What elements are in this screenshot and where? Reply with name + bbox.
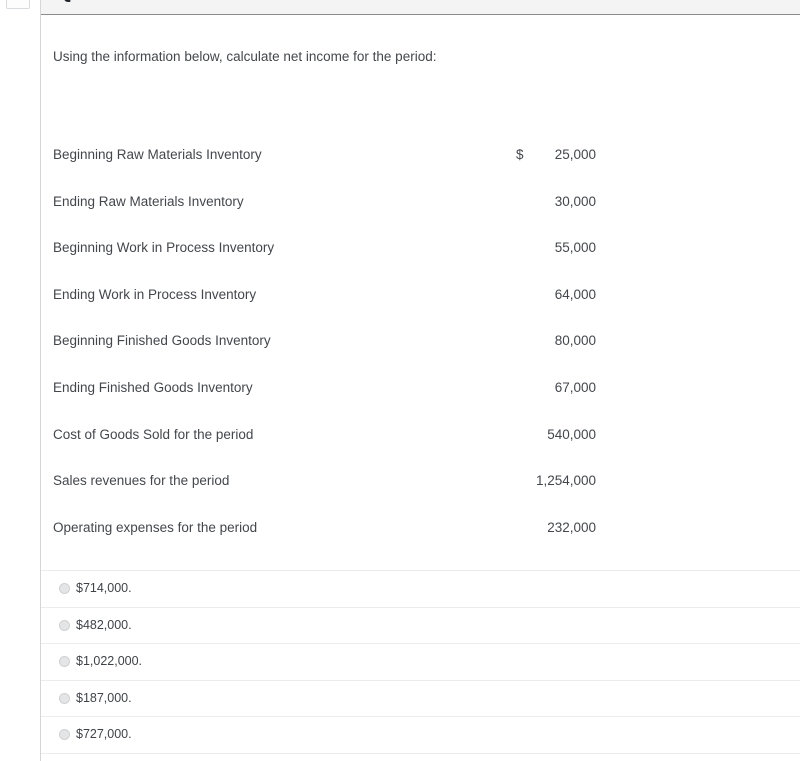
table-row: Beginning Work in Process Inventory 55,0… (53, 234, 625, 281)
table-row: Ending Finished Goods Inventory 67,000 (53, 374, 625, 421)
figure-label: Sales revenues for the period (53, 473, 230, 489)
table-row: Sales revenues for the period 1,254,000 (53, 467, 625, 514)
figure-label: Beginning Raw Materials Inventory (53, 147, 262, 162)
question-card-header: Question 10 (41, 0, 800, 15)
figure-label: Ending Work in Process Inventory (53, 286, 257, 302)
figure-label: Beginning Finished Goods Inventory (53, 333, 271, 349)
table-row: Operating expenses for the period 232,00… (53, 514, 625, 561)
clipped-chrome-artifacts (0, 0, 40, 14)
figure-value: 67,000 (554, 379, 596, 395)
figure-value: 64,000 (554, 286, 596, 302)
figure-value: 55,000 (554, 240, 596, 256)
table-row: Beginning Finished Goods Inventory 80,00… (53, 327, 625, 374)
figure-label: Beginning Work in Process Inventory (53, 240, 275, 256)
table-row: Beginning Raw Materials Inventory $ 25,0… (53, 141, 625, 188)
answer-option-label: $727,000. (76, 727, 132, 742)
figures-table: Beginning Raw Materials Inventory $ 25,0… (53, 141, 625, 560)
answer-option-label: $482,000. (76, 617, 132, 632)
figure-label: Ending Finished Goods Inventory (53, 379, 253, 395)
radio-button-icon[interactable] (59, 692, 70, 704)
question-prompt: Using the information below, calculate n… (53, 49, 437, 64)
answer-option-2[interactable]: $482,000. (41, 608, 800, 645)
figure-value: 1,254,000 (535, 473, 596, 489)
figure-label: Operating expenses for the period (53, 519, 258, 535)
radio-button-icon[interactable] (59, 619, 70, 631)
question-card: Question 10 Using the information below,… (40, 0, 800, 761)
answer-option-1[interactable]: $714,000. (41, 571, 800, 608)
figure-value: 30,000 (554, 193, 596, 209)
figure-value: 232,000 (547, 519, 596, 535)
answer-option-4[interactable]: $187,000. (41, 681, 800, 718)
figure-value: 25,000 (554, 147, 596, 162)
figure-value: 540,000 (547, 426, 596, 442)
answer-option-5[interactable]: $727,000. (41, 717, 800, 754)
answer-option-label: $1,022,000. (76, 654, 143, 669)
radio-button-icon[interactable] (59, 729, 70, 741)
answer-option-label: $714,000. (76, 581, 132, 595)
table-row: Ending Work in Process Inventory 64,000 (53, 281, 625, 328)
radio-button-icon[interactable] (59, 656, 70, 668)
answer-option-label: $187,000. (76, 690, 132, 705)
figure-label: Ending Raw Materials Inventory (53, 193, 244, 209)
clipped-chrome-shape (6, 0, 30, 9)
answer-option-3[interactable]: $1,022,000. (41, 644, 800, 681)
radio-button-icon[interactable] (59, 583, 70, 594)
question-title: Question 10 (57, 0, 174, 4)
table-row: Cost of Goods Sold for the period 540,00… (53, 421, 625, 468)
answer-options: $714,000. $482,000. $1,022,000. $187,000… (41, 570, 800, 754)
question-card-body: Using the information below, calculate n… (41, 16, 800, 761)
table-row: Ending Raw Materials Inventory 30,000 (53, 188, 625, 235)
figure-value: 80,000 (554, 333, 596, 349)
figure-label: Cost of Goods Sold for the period (53, 426, 254, 442)
screenshot-root: Question 10 Using the information below,… (0, 0, 800, 761)
